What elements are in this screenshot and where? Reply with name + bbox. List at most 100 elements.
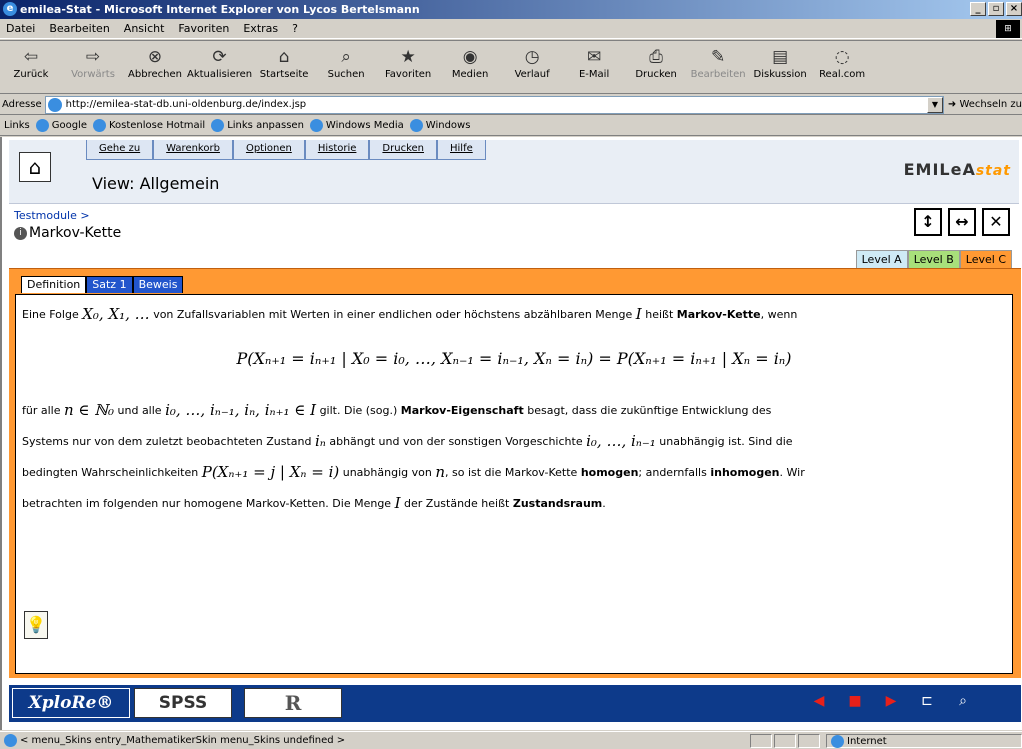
zone-label: Internet <box>847 735 887 747</box>
definition-line-1: Eine Folge X₀, X₁, … von Zufallsvariable… <box>22 299 1006 330</box>
link-hotmail[interactable]: Kostenlose Hotmail <box>92 119 205 132</box>
internet-globe-icon <box>831 734 844 748</box>
math: i₀, …, iₙ₋₁ <box>586 432 656 450</box>
home-icon: ⌂ <box>278 47 290 67</box>
link-label: Links anpassen <box>227 120 304 131</box>
tab-level-b[interactable]: Level B <box>907 250 960 268</box>
r-button[interactable]: R <box>244 688 342 718</box>
close-button[interactable]: × <box>1006 2 1022 16</box>
tree-icon[interactable]: ⊏ <box>919 693 935 709</box>
menu-help[interactable]: ? <box>292 22 298 35</box>
definition-panel: Eine Folge X₀, X₁, … von Zufallsvariable… <box>15 294 1013 674</box>
xplore-button[interactable]: XploRe® <box>12 688 130 718</box>
math: iₙ <box>314 432 326 450</box>
favorites-button[interactable]: ★ Favoriten <box>378 45 438 80</box>
tab-level-c[interactable]: Level C <box>959 250 1012 268</box>
zoom-icon[interactable]: ⌕ <box>955 693 971 709</box>
menu-bearbeiten[interactable]: Bearbeiten <box>49 22 109 35</box>
mail-button[interactable]: ✉ E-Mail <box>564 45 624 80</box>
ie-page-icon <box>35 119 49 132</box>
breadcrumb[interactable]: Testmodule > <box>14 209 90 222</box>
print-button[interactable]: ⎙ Drucken <box>626 45 686 80</box>
term-markov-eigenschaft: Markov-Eigenschaft <box>400 404 524 417</box>
math: n ∈ ℕ₀ <box>63 401 115 419</box>
discussion-button[interactable]: ▤ Diskussion <box>750 45 810 80</box>
math: n <box>435 463 445 481</box>
menu-datei[interactable]: Datei <box>6 22 35 35</box>
menu-favoriten[interactable]: Favoriten <box>178 22 229 35</box>
nav-historie[interactable]: Historie <box>304 140 370 160</box>
menu-bar: Datei Bearbeiten Ansicht Favoriten Extra… <box>0 19 1022 39</box>
brand-text: EMILeA <box>903 160 976 179</box>
go-button[interactable]: ➜ Wechseln zu <box>948 99 1022 110</box>
lightbulb-icon[interactable]: 💡 <box>24 611 48 639</box>
module-title: i Markov-Kette <box>14 225 121 241</box>
info-icon[interactable]: i <box>14 226 27 240</box>
definition-line-5: betrachten im folgenden nur homogene Mar… <box>22 488 1006 519</box>
ie-logo-icon: e <box>3 2 17 16</box>
link-label: Windows <box>425 120 471 131</box>
nav-gehe-zu[interactable]: Gehe zu <box>86 140 154 160</box>
tools-bar: XploRe® SPSS R ◀ ■ ▶ ⊏ ⌕ <box>9 685 1021 722</box>
text: , wenn <box>760 308 798 321</box>
print-icon: ⎙ <box>649 47 663 67</box>
media-icon: ◉ <box>462 47 478 67</box>
tab-level-a[interactable]: Level A <box>855 250 908 268</box>
link-windows[interactable]: Windows <box>409 119 471 132</box>
address-bar: Adresse http://emilea-stat-db.uni-oldenb… <box>0 95 1022 115</box>
media-button[interactable]: ◉ Medien <box>440 45 500 80</box>
maximize-button[interactable]: ▫ <box>988 2 1004 16</box>
nav-drucken[interactable]: Drucken <box>369 140 437 160</box>
spss-button[interactable]: SPSS <box>134 688 232 718</box>
link-windows-media[interactable]: Windows Media <box>309 119 404 132</box>
ie-page-icon <box>309 119 323 132</box>
text: betrachten im folgenden nur homogene Mar… <box>22 497 392 510</box>
edit-button[interactable]: ✎ Bearbeiten <box>688 45 748 80</box>
text: unabhängig ist. Sind die <box>659 435 793 448</box>
window-title: emilea-Stat - Microsoft Internet Explore… <box>20 3 420 16</box>
back-button[interactable]: ⇦ Zurück <box>1 45 61 80</box>
search-button[interactable]: ⌕ Suchen <box>316 45 376 80</box>
link-customize[interactable]: Links anpassen <box>211 119 304 132</box>
home-button[interactable]: ⌂ Startseite <box>254 45 314 80</box>
fullscreen-icon[interactable]: ✕ <box>982 208 1010 236</box>
stop-square-icon[interactable]: ■ <box>847 693 863 709</box>
math: P(Xₙ₊₁ = j | Xₙ = i) <box>201 463 340 481</box>
text: Systems nur von dem zuletzt beobachteten… <box>22 435 312 448</box>
tab-definition[interactable]: Definition <box>21 276 87 293</box>
realcom-button[interactable]: ◌ Real.com <box>812 45 872 80</box>
tab-beweis[interactable]: Beweis <box>132 276 184 293</box>
vertical-expand-icon[interactable]: ↕ <box>914 208 942 236</box>
ie-page-icon <box>4 734 17 747</box>
home-icon[interactable]: ⌂ <box>19 152 51 182</box>
tab-satz-1[interactable]: Satz 1 <box>86 276 133 293</box>
text: und alle <box>117 404 162 417</box>
menu-ansicht[interactable]: Ansicht <box>124 22 165 35</box>
definition-line-2: für alle n ∈ ℕ₀ und alle i₀, …, iₙ₋₁, iₙ… <box>22 395 1006 426</box>
address-input[interactable]: http://emilea-stat-db.uni-oldenburg.de/i… <box>44 95 944 114</box>
link-google[interactable]: Google <box>35 119 87 132</box>
nav-warenkorb[interactable]: Warenkorb <box>153 140 233 160</box>
nav-hilfe[interactable]: Hilfe <box>437 140 486 160</box>
nav-optionen[interactable]: Optionen <box>232 140 305 160</box>
stop-button[interactable]: ⊗ Abbrechen <box>125 45 185 80</box>
horizontal-expand-icon[interactable]: ↔ <box>948 208 976 236</box>
text: Eine Folge <box>22 308 79 321</box>
status-bar: < menu_Skins entry_MathematikerSkin menu… <box>0 731 1022 749</box>
next-icon[interactable]: ▶ <box>883 693 899 709</box>
minimize-button[interactable]: _ <box>970 2 986 16</box>
forward-button[interactable]: ⇨ Vorwärts <box>63 45 123 80</box>
address-url: http://emilea-stat-db.uni-oldenburg.de/i… <box>65 99 307 110</box>
top-nav: Gehe zu Warenkorb Optionen Historie Druc… <box>86 140 486 160</box>
search-icon: ⌕ <box>341 47 351 67</box>
history-button[interactable]: ◷ Verlauf <box>502 45 562 80</box>
previous-icon[interactable]: ◀ <box>811 693 827 709</box>
edit-icon: ✎ <box>710 47 726 67</box>
layout-controls: ↕ ↔ ✕ <box>914 208 1010 236</box>
refresh-icon: ⟳ <box>212 47 227 67</box>
text: für alle <box>22 404 61 417</box>
address-dropdown-button[interactable]: ▼ <box>926 96 943 113</box>
back-arrow-icon: ⇦ <box>23 47 39 67</box>
refresh-button[interactable]: ⟳ Aktualisieren <box>187 45 252 80</box>
menu-extras[interactable]: Extras <box>243 22 278 35</box>
